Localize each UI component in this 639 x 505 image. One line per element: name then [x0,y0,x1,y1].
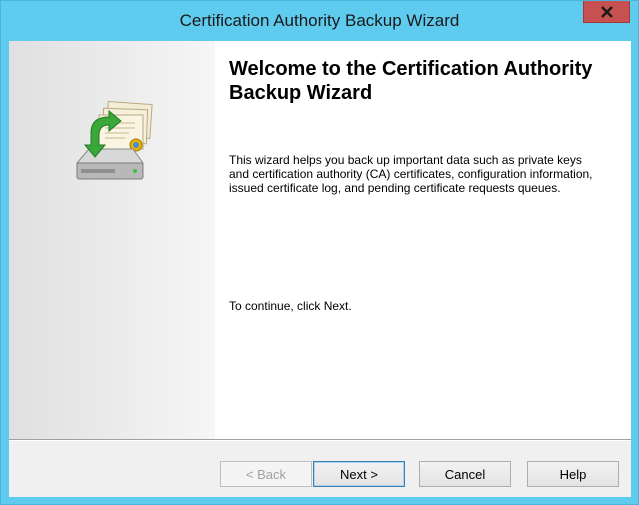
cancel-button[interactable]: Cancel [419,461,511,487]
help-button[interactable]: Help [527,461,619,487]
wizard-description: This wizard helps you back up important … [229,153,593,195]
page-title: Welcome to the Certification Authority B… [229,58,593,104]
footer-divider [9,439,631,441]
back-button[interactable]: < Back [220,461,312,487]
title-bar[interactable]: Certification Authority Backup Wizard [1,1,638,41]
continue-instruction: To continue, click Next. [229,299,352,313]
close-button[interactable] [583,1,630,23]
backup-wizard-graphic-icon [69,100,169,193]
window-title: Certification Authority Backup Wizard [179,11,460,30]
wizard-content-panel: Welcome to the Certification Authority B… [215,41,631,439]
wizard-client-area: Welcome to the Certification Authority B… [9,41,631,497]
wizard-window: Certification Authority Backup Wizard We… [0,0,639,505]
next-button[interactable]: Next > [313,461,405,487]
wizard-side-panel [9,41,215,439]
close-icon [600,5,614,18]
